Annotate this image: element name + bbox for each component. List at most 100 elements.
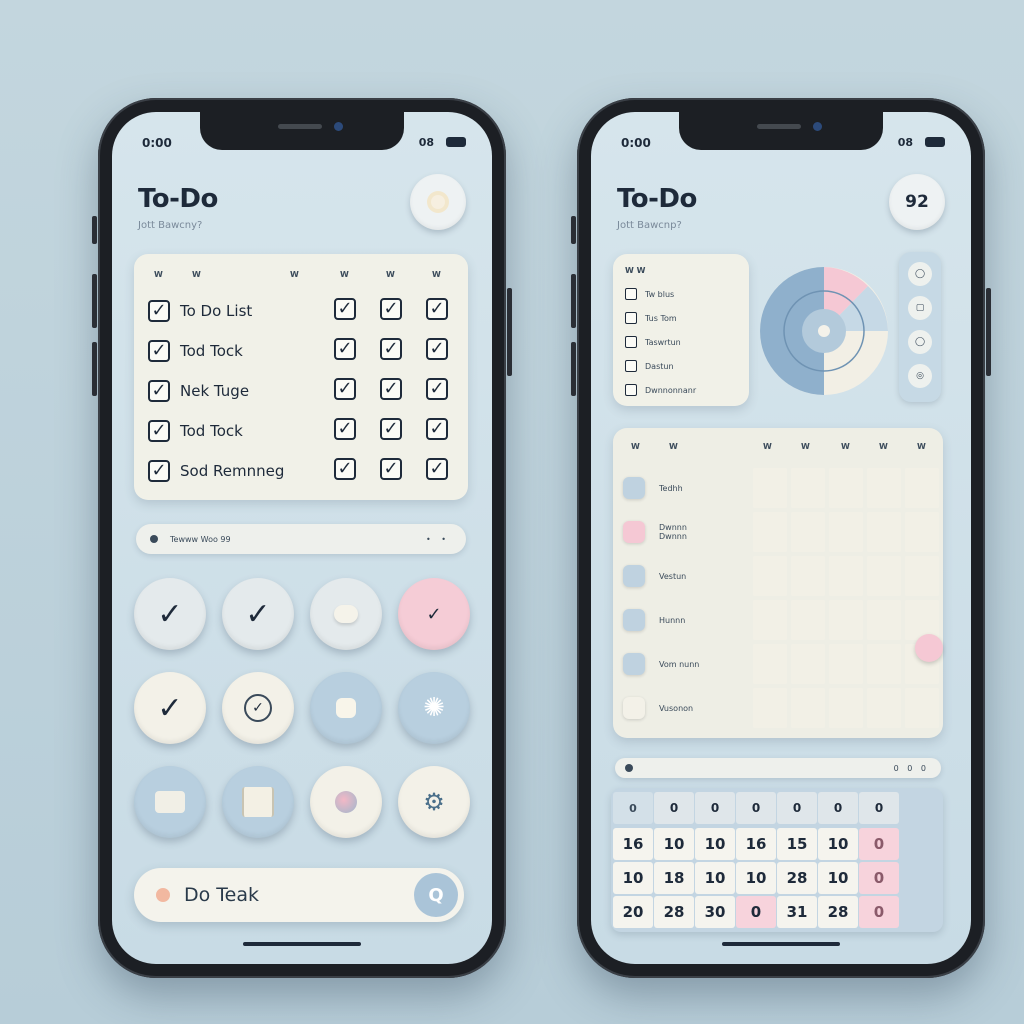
schedule-cell[interactable] xyxy=(829,644,863,684)
schedule-row[interactable]: Tedhh xyxy=(623,468,683,508)
calendar-day-cell[interactable]: 15 xyxy=(777,828,817,860)
task-checkbox[interactable]: ✓ xyxy=(334,338,356,360)
schedule-cell[interactable] xyxy=(905,688,939,728)
calendar-day-cell[interactable]: 16 xyxy=(613,828,653,860)
list-checkbox[interactable] xyxy=(625,336,637,348)
schedule-row[interactable]: Vusonon xyxy=(623,688,693,728)
schedule-row[interactable]: Hunnn xyxy=(623,600,685,640)
schedule-cell[interactable] xyxy=(867,556,901,596)
schedule-cell[interactable] xyxy=(829,600,863,640)
schedule-cell[interactable] xyxy=(867,688,901,728)
strip-button[interactable]: ▢ xyxy=(908,296,932,320)
schedule-cell[interactable] xyxy=(753,688,787,728)
calendar-day-cell[interactable]: 10 xyxy=(818,828,858,860)
task-row[interactable]: ✓ To Do List xyxy=(148,296,252,326)
schedule-cell[interactable] xyxy=(791,556,825,596)
calendar-day-cell[interactable]: 10 xyxy=(613,862,653,894)
task-checkbox[interactable]: ✓ xyxy=(380,458,402,480)
task-checkbox[interactable]: ✓ xyxy=(334,418,356,440)
home-indicator[interactable] xyxy=(243,942,361,946)
schedule-cell[interactable] xyxy=(753,468,787,508)
list-item[interactable]: Taswrtun xyxy=(625,336,681,348)
check-circle-button[interactable]: ✓ xyxy=(222,578,294,650)
calendar-day-cell[interactable]: 28 xyxy=(818,896,858,928)
calendar-day-cell[interactable]: 18 xyxy=(654,862,694,894)
task-checkbox[interactable]: ✓ xyxy=(380,338,402,360)
list-checkbox[interactable] xyxy=(625,312,637,324)
schedule-cell[interactable] xyxy=(791,512,825,552)
task-row[interactable]: ✓ Tod Tock xyxy=(148,416,243,446)
search-input[interactable]: Do Teak Q xyxy=(134,868,464,922)
task-checkbox[interactable]: ✓ xyxy=(380,378,402,400)
task-checkbox[interactable]: ✓ xyxy=(426,418,448,440)
schedule-row[interactable]: Vestun xyxy=(623,556,686,596)
list-item[interactable]: Dastun xyxy=(625,360,674,372)
task-row[interactable]: ✓ Nek Tuge xyxy=(148,376,249,406)
schedule-cell[interactable] xyxy=(829,512,863,552)
task-checkbox[interactable]: ✓ xyxy=(148,380,170,402)
task-checkbox[interactable]: ✓ xyxy=(148,300,170,322)
task-checkbox[interactable]: ✓ xyxy=(334,378,356,400)
list-checkbox[interactable] xyxy=(625,288,637,300)
schedule-cell[interactable] xyxy=(867,512,901,552)
calendar-day-cell[interactable]: 16 xyxy=(736,828,776,860)
progress-pill[interactable]: Tewww Woo 99 • • xyxy=(136,524,466,554)
schedule-row[interactable]: Dwnnn Dwnnn xyxy=(623,512,687,552)
task-checkbox[interactable]: ✓ xyxy=(148,340,170,362)
task-row[interactable]: ✓ Tod Tock xyxy=(148,336,243,366)
calendar-day-cell[interactable]: 0 xyxy=(859,896,899,928)
schedule-cell[interactable] xyxy=(791,688,825,728)
sun-circle-button[interactable]: ✺ xyxy=(398,672,470,744)
schedule-cell[interactable] xyxy=(753,600,787,640)
calendar-day-cell[interactable]: 30 xyxy=(695,896,735,928)
calendar-day-cell[interactable]: 10 xyxy=(736,862,776,894)
list-checkbox[interactable] xyxy=(625,360,637,372)
calendar-toolbar[interactable]: 0 0 0 xyxy=(615,758,941,778)
schedule-cell[interactable] xyxy=(905,468,939,508)
schedule-cell[interactable] xyxy=(867,600,901,640)
schedule-cell[interactable] xyxy=(829,468,863,508)
list-item[interactable]: Dwnnonnanr xyxy=(625,384,696,396)
strip-button[interactable]: ◯ xyxy=(908,262,932,286)
schedule-cell[interactable] xyxy=(867,644,901,684)
count-badge-button[interactable]: 92 xyxy=(889,174,945,230)
task-checkbox[interactable]: ✓ xyxy=(148,460,170,482)
task-checkbox[interactable]: ✓ xyxy=(380,298,402,320)
calendar-day-cell[interactable]: 10 xyxy=(818,862,858,894)
flower-circle-button[interactable] xyxy=(310,766,382,838)
schedule-cell[interactable] xyxy=(753,644,787,684)
calendar-day-cell[interactable]: 10 xyxy=(695,828,735,860)
schedule-cell[interactable] xyxy=(829,688,863,728)
clock-circle-button[interactable]: ✓ xyxy=(222,672,294,744)
calendar-day-cell[interactable]: 0 xyxy=(859,862,899,894)
task-checkbox[interactable]: ✓ xyxy=(426,458,448,480)
note-circle-button[interactable] xyxy=(310,672,382,744)
event-marker[interactable] xyxy=(915,634,943,662)
schedule-row[interactable]: Vom nunn xyxy=(623,644,699,684)
calendar-day-cell[interactable]: 31 xyxy=(777,896,817,928)
cloud-circle-button[interactable] xyxy=(310,578,382,650)
calendar-day-cell[interactable]: 0 xyxy=(736,896,776,928)
calendar-day-cell[interactable]: 28 xyxy=(777,862,817,894)
schedule-cell[interactable] xyxy=(753,512,787,552)
strip-button[interactable]: ◯ xyxy=(908,330,932,354)
book-circle-button[interactable] xyxy=(222,766,294,838)
calendar-day-cell[interactable]: 10 xyxy=(654,828,694,860)
check-circle-button[interactable]: ✓ xyxy=(134,578,206,650)
task-checkbox[interactable]: ✓ xyxy=(426,378,448,400)
calendar-day-cell[interactable]: 28 xyxy=(654,896,694,928)
calendar-day-cell[interactable]: 10 xyxy=(695,862,735,894)
task-checkbox[interactable]: ✓ xyxy=(148,420,170,442)
schedule-cell[interactable] xyxy=(753,556,787,596)
task-checkbox[interactable]: ✓ xyxy=(334,458,356,480)
schedule-cell[interactable] xyxy=(829,556,863,596)
schedule-cell[interactable] xyxy=(905,556,939,596)
shield-check-button[interactable]: ✓ xyxy=(134,672,206,744)
task-checkbox[interactable]: ✓ xyxy=(426,338,448,360)
search-button[interactable]: Q xyxy=(414,873,458,917)
task-row[interactable]: ✓ Sod Remnneg xyxy=(148,456,284,486)
pink-check-circle-button[interactable]: ✓ xyxy=(398,578,470,650)
strip-button[interactable]: ◎ xyxy=(908,364,932,388)
task-checkbox[interactable]: ✓ xyxy=(426,298,448,320)
folder-circle-button[interactable] xyxy=(134,766,206,838)
